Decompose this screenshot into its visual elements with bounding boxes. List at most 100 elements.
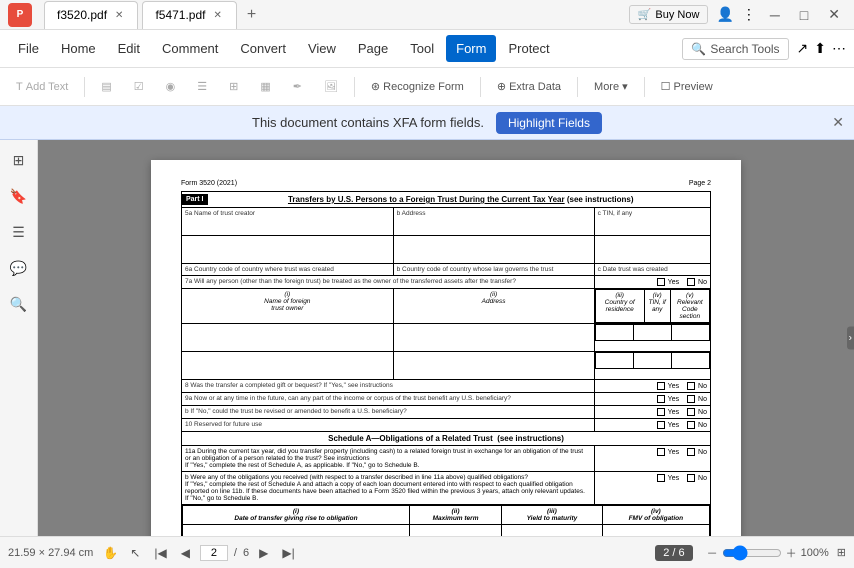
extra-data-label: Extra Data — [509, 81, 561, 93]
page-number-input[interactable] — [200, 545, 228, 561]
menu-file[interactable]: File — [8, 35, 49, 62]
row-7b-data2 — [182, 352, 711, 380]
separator-2 — [354, 77, 355, 97]
new-tab-button[interactable]: + — [241, 4, 262, 26]
tab-f5471-close[interactable]: ✕ — [211, 8, 223, 23]
part-title-row: Part I Transfers by U.S. Persons to a Fo… — [181, 191, 711, 207]
zoom-in-icon[interactable]: ＋ — [786, 545, 797, 561]
field-11b-yes-checkbox[interactable] — [657, 474, 665, 482]
menu-view[interactable]: View — [298, 35, 346, 62]
pdf-page: Form 3520 (2021) Page 2 Part I Transfers… — [151, 160, 741, 536]
sidebar-pages-icon[interactable]: ⊞ — [7, 148, 31, 172]
separator-3 — [480, 77, 481, 97]
user-icon[interactable]: 👤 — [716, 6, 733, 23]
toolbar-more[interactable]: More ▾ — [586, 76, 636, 97]
maximize-button[interactable]: □ — [794, 5, 814, 25]
sidebar-comments-icon[interactable]: 💬 — [7, 256, 31, 280]
sidebar-bookmarks-icon[interactable]: 🔖 — [7, 184, 31, 208]
row-5-data — [182, 236, 711, 264]
menu-convert[interactable]: Convert — [230, 35, 296, 62]
field-10-yes-checkbox[interactable] — [657, 421, 665, 429]
separator-5 — [644, 77, 645, 97]
field-5a-label: 5a Name of trust creator — [185, 210, 390, 217]
minimize-button[interactable]: ─ — [764, 5, 786, 25]
field-7a-yes-checkbox[interactable] — [657, 278, 665, 286]
highlight-fields-button[interactable]: Highlight Fields — [496, 112, 602, 134]
menu-protect[interactable]: Protect — [498, 35, 559, 62]
field-6c-label: c Date trust was created — [598, 266, 707, 273]
menu-home[interactable]: Home — [51, 35, 106, 62]
col-date-header: (i)Date of transfer giving rise to oblig… — [183, 506, 410, 525]
toolbar-extra-data[interactable]: ⊕ Extra Data — [489, 76, 569, 97]
more-options-icon[interactable]: ⋮ — [742, 6, 756, 23]
field-9b-no-checkbox[interactable] — [687, 408, 695, 416]
menu-tool[interactable]: Tool — [400, 35, 444, 62]
toolbar-sign[interactable]: ✒ — [285, 76, 310, 97]
tab-f5471[interactable]: f5471.pdf ✕ — [142, 1, 236, 29]
field-9b-yes-checkbox[interactable] — [657, 408, 665, 416]
tab-f3520[interactable]: f3520.pdf ✕ — [44, 1, 138, 29]
main-area: ⊞ 🔖 ☰ 💬 🔍 › Form 3520 (2021) Page 2 Part… — [0, 140, 854, 536]
form-header: Form 3520 (2021) Page 2 — [181, 180, 711, 187]
next-page-button[interactable]: ▶ — [255, 544, 272, 562]
sidebar-search-icon[interactable]: 🔍 — [7, 292, 31, 316]
sidebar-layers-icon[interactable]: ☰ — [7, 220, 31, 244]
toolbar-select[interactable]: ▤ — [93, 76, 119, 97]
buy-now-label: Buy Now — [655, 9, 699, 21]
toolbar-preview[interactable]: ☐ Preview — [653, 76, 721, 97]
row-obligation-header: (i)Date of transfer giving rise to oblig… — [182, 505, 711, 537]
toolbar-list[interactable]: ☰ — [189, 76, 215, 97]
field-11a-yes-checkbox[interactable] — [657, 448, 665, 456]
hand-tool-icon[interactable]: ✋ — [99, 544, 122, 562]
field-8-label: 8 Was the transfer a completed gift or b… — [185, 382, 591, 389]
fit-page-icon[interactable]: ⊞ — [837, 546, 846, 559]
field-9b-yesno: Yes No — [598, 408, 707, 416]
toolbar-recognize-form[interactable]: ⊛ Recognize Form — [363, 76, 472, 97]
field-9a-yes-checkbox[interactable] — [657, 395, 665, 403]
left-sidebar: ⊞ 🔖 ☰ 💬 🔍 — [0, 140, 38, 536]
field-10-no-checkbox[interactable] — [687, 421, 695, 429]
menu-edit[interactable]: Edit — [108, 35, 150, 62]
buy-now-button[interactable]: 🛒 Buy Now — [629, 5, 709, 24]
right-panel-toggle[interactable]: › — [847, 327, 854, 350]
field-10-label: 10 Reserved for future use — [185, 421, 591, 428]
ellipsis-icon[interactable]: ⋯ — [832, 40, 846, 57]
field-9a-no-checkbox[interactable] — [687, 395, 695, 403]
field-8-yes-checkbox[interactable] — [657, 382, 665, 390]
toolbar-combo[interactable]: ⊞ — [221, 76, 246, 97]
toolbar-radio[interactable]: ◉ — [158, 76, 184, 97]
preview-icon: ☐ — [661, 80, 671, 93]
row-11a: 11a During the current tax year, did you… — [182, 446, 711, 472]
menu-comment[interactable]: Comment — [152, 35, 228, 62]
close-button[interactable]: ✕ — [822, 4, 846, 25]
toolbar-add-text[interactable]: T Add Text — [8, 77, 76, 97]
preview-label: Preview — [674, 81, 713, 93]
field-11b-text1: If "Yes," complete the rest of Schedule … — [185, 481, 585, 495]
external-link-icon[interactable]: ↗ — [797, 40, 809, 57]
field-5b-label: b Address — [397, 210, 591, 217]
toolbar-image[interactable]: 🖼 — [316, 76, 346, 97]
row-9b: b If "No," could the trust be revised or… — [182, 406, 711, 419]
extra-data-icon: ⊕ — [497, 80, 506, 93]
first-page-button[interactable]: |◀ — [150, 544, 170, 562]
field-7a-no-checkbox[interactable] — [687, 278, 695, 286]
tab-f3520-close[interactable]: ✕ — [113, 8, 125, 23]
xfa-close-button[interactable]: ✕ — [832, 114, 844, 131]
toolbar-btn2[interactable]: ▦ — [252, 76, 278, 97]
field-11b-no-checkbox[interactable] — [687, 474, 695, 482]
field-8-no-checkbox[interactable] — [687, 382, 695, 390]
prev-page-button[interactable]: ◀ — [177, 544, 194, 562]
cursor-tool-icon[interactable]: ↖ — [126, 544, 144, 562]
search-tools-area[interactable]: 🔍 Search Tools — [682, 38, 788, 60]
toolbar-checkbox[interactable]: ☑ — [126, 76, 152, 97]
zoom-slider[interactable] — [722, 545, 782, 561]
field-11a-no-checkbox[interactable] — [687, 448, 695, 456]
menu-page[interactable]: Page — [348, 35, 398, 62]
bottom-bar: 21.59 × 27.94 cm ✋ ↖ |◀ ◀ / 6 ▶ ▶| 2 / 6… — [0, 536, 854, 568]
back-icon[interactable]: ⬆ — [814, 40, 826, 57]
field-8-yesno: Yes No — [598, 382, 707, 390]
last-page-button[interactable]: ▶| — [278, 544, 298, 562]
zoom-out-icon[interactable]: － — [707, 545, 718, 561]
menu-form[interactable]: Form — [446, 35, 496, 62]
field-10-yesno: Yes No — [598, 421, 707, 429]
